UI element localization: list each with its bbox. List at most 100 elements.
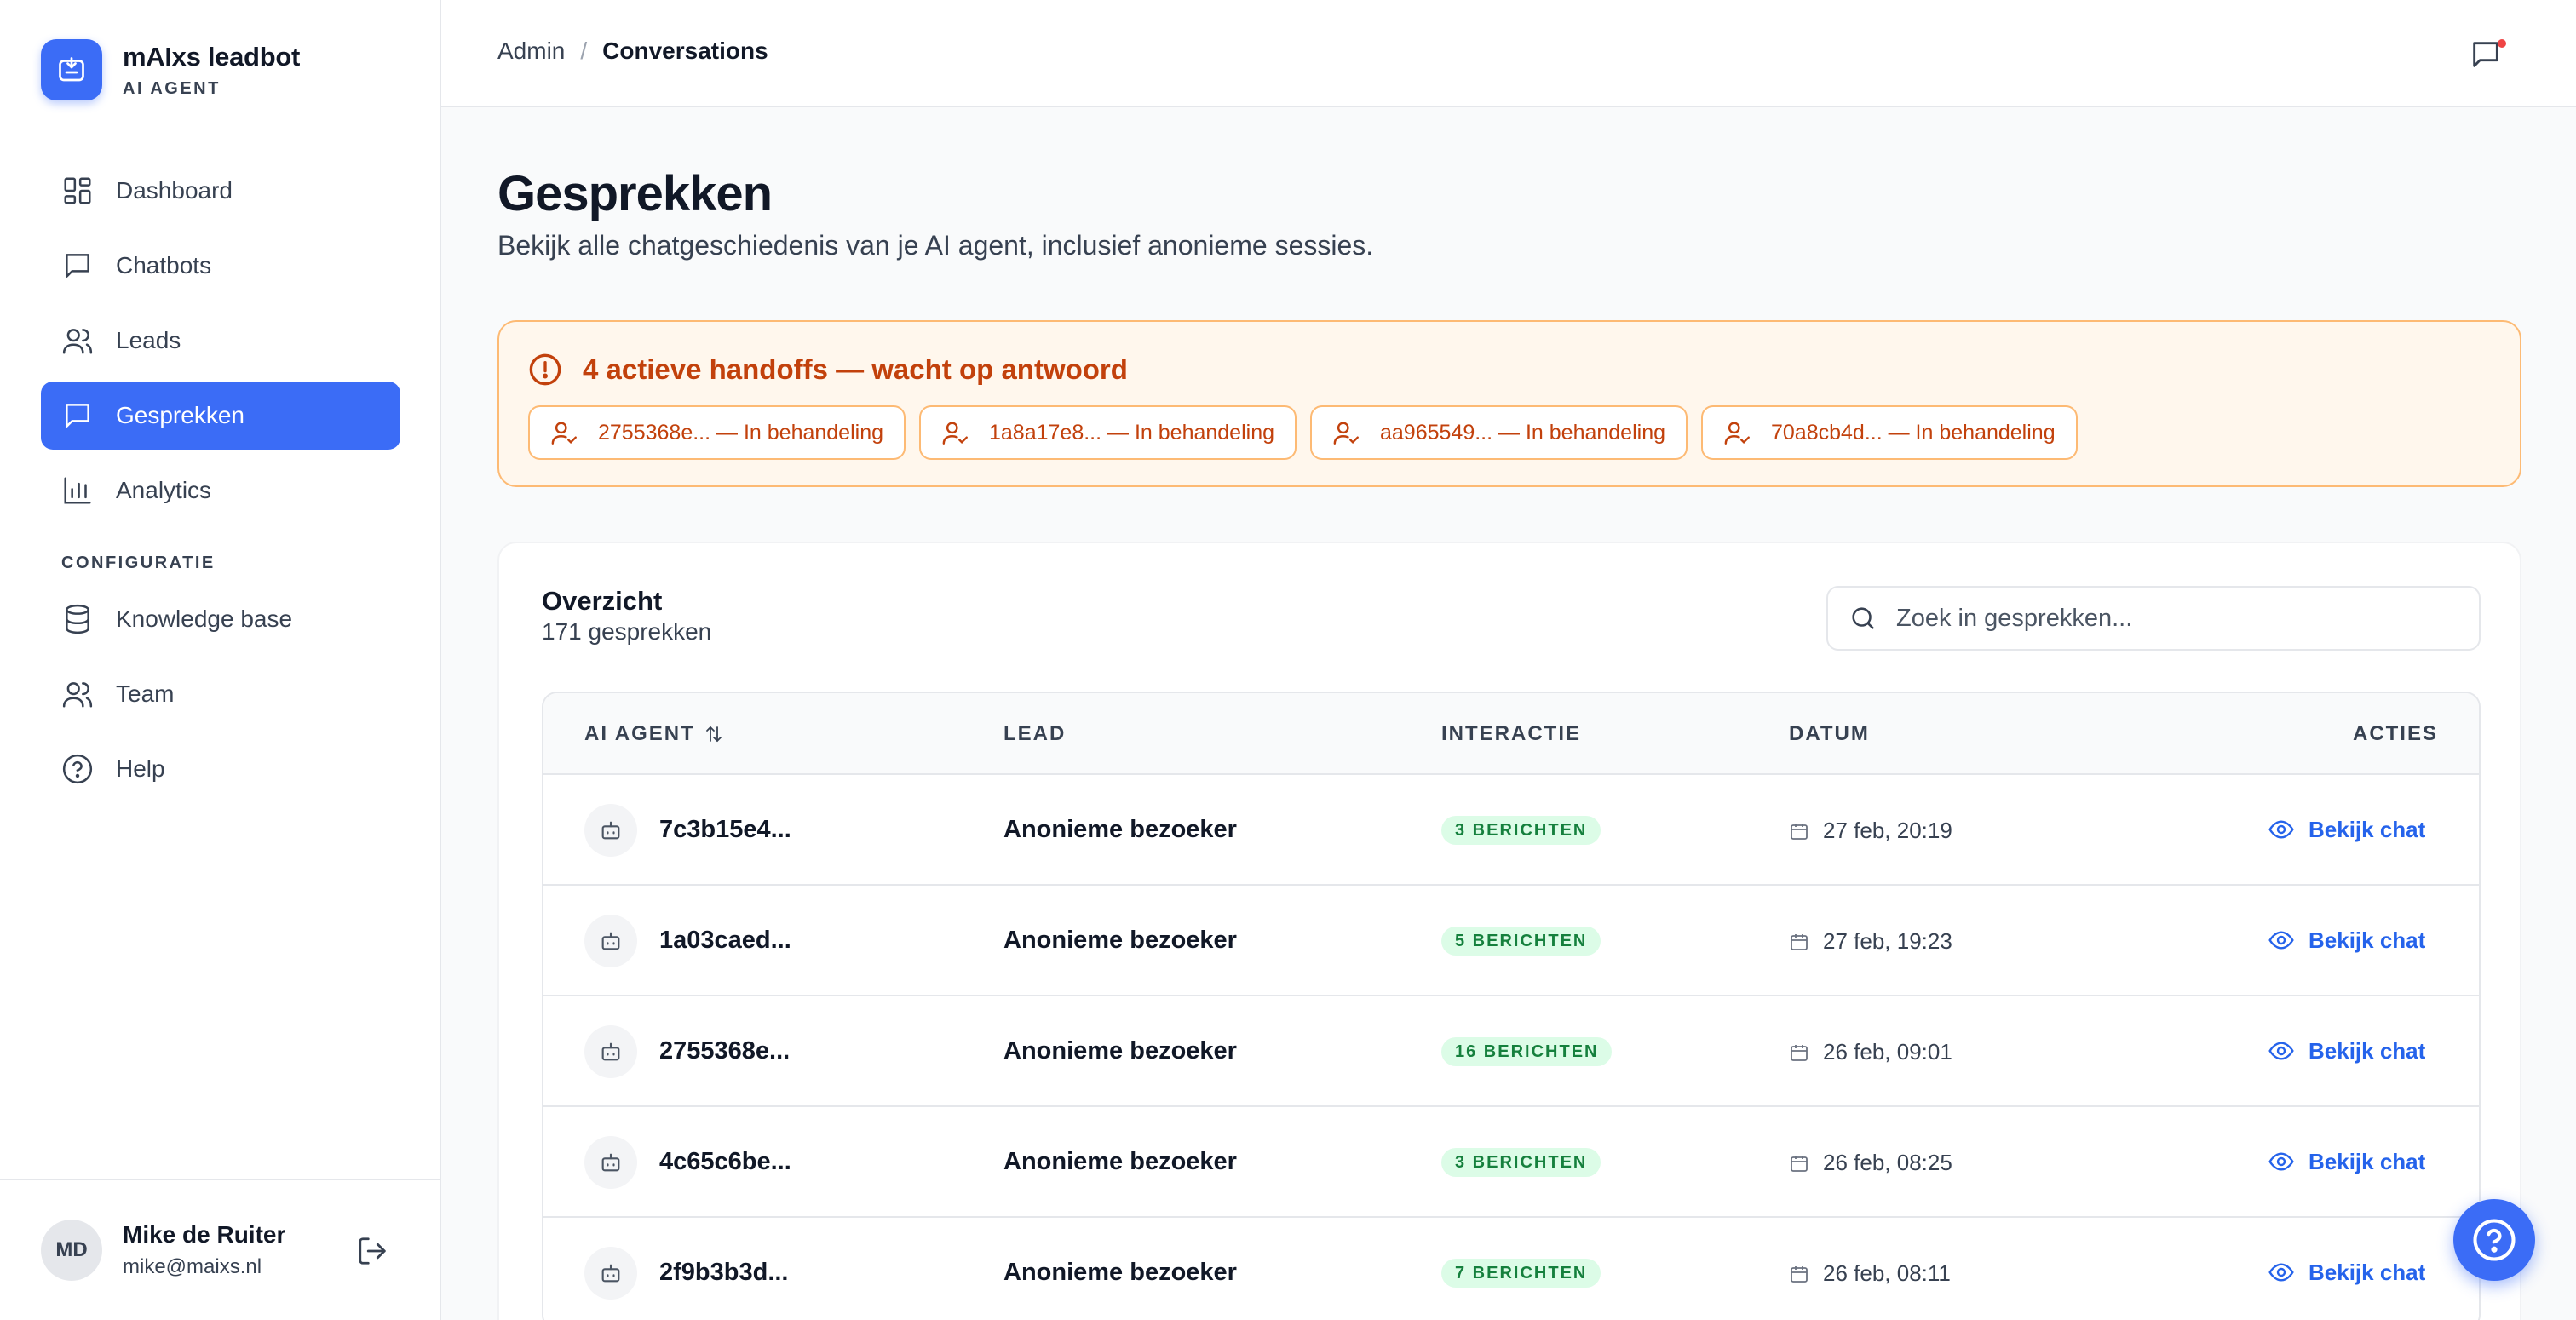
- view-chat-label: Bekijk chat: [2309, 1259, 2426, 1285]
- column-header-date: DATUM: [1789, 722, 1870, 745]
- view-chat-label: Bekijk chat: [2309, 816, 2426, 842]
- brand[interactable]: mAIxs leadbot AI AGENT: [41, 39, 300, 100]
- agent-id: 2f9b3b3d...: [659, 1259, 789, 1286]
- user-name: Mike de Ruiter: [123, 1221, 286, 1248]
- sidebar-item-chatbots[interactable]: Chatbots: [41, 232, 400, 300]
- agent-id: 1a03caed...: [659, 927, 791, 954]
- help-button[interactable]: [2453, 1199, 2535, 1281]
- sidebar-item-label: Team: [116, 680, 175, 707]
- message-count-badge: 16 BERICHTEN: [1441, 1037, 1613, 1066]
- handoff-chip[interactable]: 70a8cb4d... — In behandeling: [1701, 405, 2078, 460]
- sidebar-item-label: Leads: [116, 327, 181, 353]
- sort-icon[interactable]: [704, 724, 724, 744]
- conversations-table: AI AGENT LEAD INTERACTIE DATUM ACTIES 7c…: [542, 692, 2481, 1320]
- lead-name: Anonieme bezoeker: [1003, 1037, 1237, 1065]
- conversation-date-text: 26 feb, 09:01: [1823, 1039, 1952, 1065]
- sidebar-item-label: Analytics: [116, 477, 212, 503]
- conversation-count: 171 gesprekken: [542, 618, 712, 645]
- column-header-lead: LEAD: [1003, 722, 1067, 745]
- breadcrumb-admin[interactable]: Admin: [497, 37, 565, 65]
- dashboard-icon: [64, 177, 91, 204]
- view-chat-button[interactable]: Bekijk chat: [2268, 1037, 2425, 1065]
- column-header-agent[interactable]: AI AGENT: [584, 722, 724, 746]
- lead-name: Anonieme bezoeker: [1003, 1148, 1237, 1175]
- column-header-actions: ACTIES: [2352, 722, 2438, 745]
- view-chat-button[interactable]: Bekijk chat: [2268, 1259, 2425, 1286]
- sidebar-item-label: Chatbots: [116, 252, 212, 278]
- eye-icon: [2268, 1263, 2294, 1282]
- column-header-interaction: INTERACTIE: [1441, 722, 1581, 745]
- sidebar-item-label: Knowledge base: [116, 605, 293, 632]
- column-header-agent-label: AI AGENT: [584, 722, 695, 745]
- bot-icon: [584, 1136, 637, 1189]
- user-email: mike@maixs.nl: [123, 1255, 262, 1278]
- calendar-icon: [1791, 823, 1808, 840]
- table-row[interactable]: 1a03caed... Anonieme bezoeker 5 BERICHTE…: [543, 886, 2479, 996]
- handoff-alert: 4 actieve handoffs — wacht op antwoord 2…: [497, 320, 2521, 487]
- handoff-chip[interactable]: 2755368e... — In behandeling: [528, 405, 906, 460]
- calendar-icon: [1791, 1265, 1808, 1283]
- topbar: Admin / Conversations: [441, 0, 2576, 107]
- conversation-date-text: 26 feb, 08:25: [1823, 1150, 1952, 1175]
- lead-name: Anonieme bezoeker: [1003, 927, 1237, 954]
- calendar-icon: [1791, 933, 1808, 950]
- message-count-badge: 3 BERICHTEN: [1441, 1148, 1601, 1177]
- bot-icon: [584, 915, 637, 967]
- agent-id: 2755368e...: [659, 1037, 791, 1065]
- search-input[interactable]: [1896, 604, 2458, 633]
- conversation-date-text: 27 feb, 19:23: [1823, 928, 1952, 954]
- table-row[interactable]: 2f9b3b3d... Anonieme bezoeker 7 BERICHTE…: [543, 1218, 2479, 1320]
- chat-icon: [66, 404, 89, 428]
- help-circle-icon: [2473, 1219, 2516, 1261]
- view-chat-button[interactable]: Bekijk chat: [2268, 927, 2425, 954]
- user-check-icon: [942, 422, 968, 445]
- sidebar-item-knowledge-base[interactable]: Knowledge base: [41, 585, 400, 653]
- sidebar-item-gesprekken[interactable]: Gesprekken: [41, 382, 400, 450]
- conversation-date-text: 26 feb, 08:11: [1823, 1260, 1951, 1286]
- search-icon: [1852, 607, 1874, 629]
- view-chat-button[interactable]: Bekijk chat: [2268, 816, 2425, 843]
- page-subtitle: Bekijk alle chatgeschiedenis van je AI a…: [497, 230, 1374, 261]
- agent-id: 4c65c6be...: [659, 1148, 791, 1175]
- conversation-date: 26 feb, 08:11: [1789, 1260, 1951, 1287]
- users-icon: [62, 682, 93, 708]
- sidebar-item-dashboard[interactable]: Dashboard: [41, 157, 400, 225]
- message-count-badge: 7 BERICHTEN: [1441, 1259, 1601, 1288]
- conversation-date: 27 feb, 20:19: [1789, 818, 1952, 844]
- table-row[interactable]: 2755368e... Anonieme bezoeker 16 BERICHT…: [543, 996, 2479, 1107]
- table-row[interactable]: 4c65c6be... Anonieme bezoeker 3 BERICHTE…: [543, 1107, 2479, 1218]
- table-header: AI AGENT LEAD INTERACTIE DATUM ACTIES: [543, 693, 2479, 775]
- breadcrumb-current: Conversations: [602, 37, 768, 64]
- handoff-chips: 2755368e... — In behandeling 1a8a17e8...…: [528, 405, 2091, 460]
- handoff-chip-label: 70a8cb4d... — In behandeling: [1771, 420, 2056, 445]
- bot-icon: [584, 1247, 637, 1300]
- user-check-icon: [1724, 422, 1750, 445]
- calendar-icon: [1791, 1155, 1808, 1172]
- alert-circle-icon: [529, 353, 561, 386]
- sidebar-item-leads[interactable]: Leads: [41, 307, 400, 375]
- brand-subtitle: AI AGENT: [123, 78, 221, 98]
- sidebar-item-team[interactable]: Team: [41, 660, 400, 728]
- handoff-chip[interactable]: aa965549... — In behandeling: [1310, 405, 1688, 460]
- brand-logo-icon: [41, 39, 102, 100]
- handoff-chip[interactable]: 1a8a17e8... — In behandeling: [919, 405, 1297, 460]
- bot-icon: [584, 804, 637, 857]
- agent-id: 7c3b15e4...: [659, 816, 791, 843]
- search-box: [1826, 586, 2481, 651]
- view-chat-button[interactable]: Bekijk chat: [2268, 1148, 2425, 1175]
- view-chat-label: Bekijk chat: [2309, 1148, 2426, 1174]
- message-count-badge: 5 BERICHTEN: [1441, 927, 1601, 956]
- avatar[interactable]: MD: [41, 1220, 102, 1281]
- sidebar-item-help[interactable]: Help: [41, 735, 400, 803]
- sidebar-item-analytics[interactable]: Analytics: [41, 456, 400, 525]
- users-icon: [62, 329, 93, 354]
- brand-name: mAIxs leadbot: [123, 41, 300, 72]
- conversation-date: 27 feb, 19:23: [1789, 928, 1952, 955]
- conversation-date: 26 feb, 09:01: [1789, 1039, 1952, 1065]
- breadcrumb-separator: /: [580, 37, 588, 64]
- handoff-chip-label: aa965549... — In behandeling: [1380, 420, 1665, 445]
- table-row[interactable]: 7c3b15e4... Anonieme bezoeker 3 BERICHTE…: [543, 775, 2479, 886]
- logout-icon[interactable]: [356, 1235, 388, 1267]
- user-check-icon: [1333, 422, 1359, 445]
- sidebar: mAIxs leadbot AI AGENT Dashboard Chatbot…: [0, 0, 441, 1320]
